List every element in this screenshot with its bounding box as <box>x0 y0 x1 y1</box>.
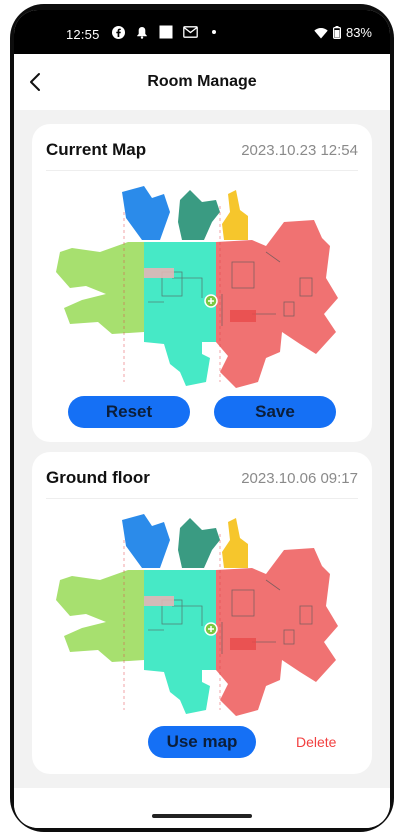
use-map-button[interactable]: Use map <box>148 726 256 758</box>
floor-map <box>56 514 338 716</box>
battery-percent: 83% <box>345 25 372 40</box>
room-label-marker <box>144 268 174 278</box>
navigation-bar <box>14 788 390 828</box>
floor-map <box>56 186 338 388</box>
current-map-card: Current Map 2023.10.23 12:54 Reset Save <box>32 124 372 442</box>
divider <box>46 170 358 171</box>
delete-button[interactable]: Delete <box>296 734 336 750</box>
page-header: Room Manage <box>14 54 390 110</box>
status-time: 12:55 <box>66 27 100 42</box>
ground-floor-card: Ground floor 2023.10.06 09:17 Use map De… <box>32 452 372 774</box>
room-yellow <box>222 518 248 568</box>
room-light-green <box>56 570 144 662</box>
battery-icon <box>332 26 341 39</box>
screen: 12:55 83% Room Manage Current Map 2023.1… <box>14 10 390 828</box>
room-blue <box>122 514 170 568</box>
status-right: 83% <box>314 25 372 40</box>
phone-frame: 12:55 83% Room Manage Current Map 2023.1… <box>10 4 394 832</box>
map-preview[interactable] <box>52 510 352 720</box>
card-date: 2023.10.06 09:17 <box>241 470 358 487</box>
card-title: Current Map <box>46 140 147 159</box>
room-label-marker <box>230 310 256 322</box>
wifi-icon <box>314 27 328 38</box>
reset-button[interactable]: Reset <box>68 396 190 428</box>
room-blue <box>122 186 170 240</box>
room-yellow <box>222 190 248 240</box>
room-label-marker <box>144 596 174 606</box>
card-title: Ground floor <box>46 468 150 487</box>
room-label-marker <box>230 638 256 650</box>
page-title: Room Manage <box>147 73 257 90</box>
facebook-icon <box>110 24 126 40</box>
dot-icon <box>206 24 222 40</box>
room-red <box>216 548 338 716</box>
robot-dock-icon <box>204 294 218 308</box>
save-button[interactable]: Save <box>214 396 336 428</box>
room-teal <box>144 570 220 714</box>
room-dark-green <box>178 190 220 240</box>
room-red <box>216 220 338 388</box>
home-indicator[interactable] <box>152 814 252 818</box>
room-light-green <box>56 242 144 334</box>
room-dark-green <box>178 518 220 568</box>
status-bar: 12:55 83% <box>14 10 390 54</box>
room-teal <box>144 242 220 386</box>
card-date: 2023.10.23 12:54 <box>241 142 358 159</box>
status-notification-icons <box>110 24 222 40</box>
divider <box>46 498 358 499</box>
gmail-icon <box>182 24 198 40</box>
robot-dock-icon <box>204 622 218 636</box>
map-preview[interactable] <box>52 182 352 392</box>
notification-bell-icon <box>134 24 150 40</box>
square-icon <box>158 24 174 40</box>
